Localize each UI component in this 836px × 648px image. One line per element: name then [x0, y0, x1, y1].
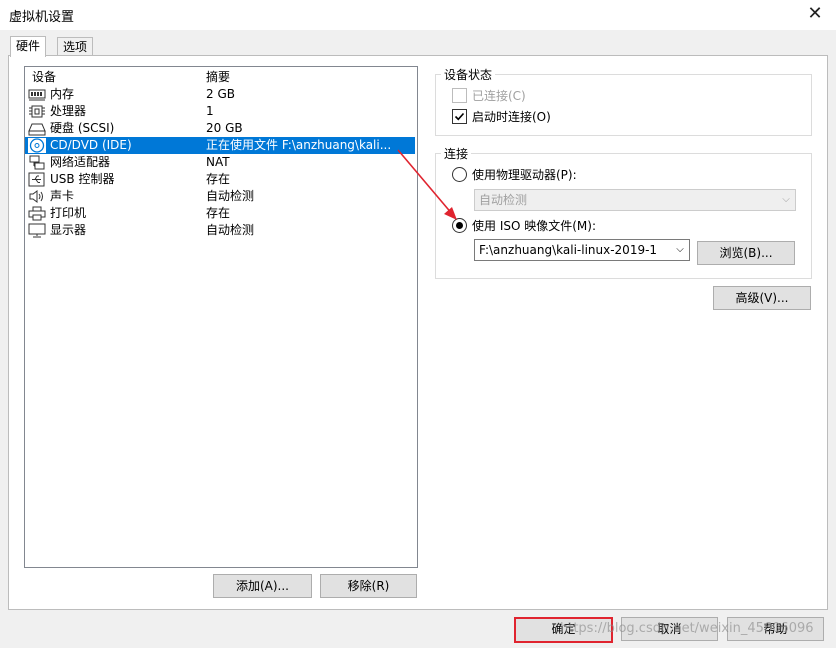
usb-icon [28, 172, 46, 187]
device-summary: 存在 [206, 206, 231, 220]
checkmark-icon [454, 112, 465, 121]
physical-drive-label: 使用物理驱动器(P): [472, 168, 577, 182]
browse-button[interactable]: 浏览(B)... [697, 241, 795, 265]
printer-icon [28, 206, 46, 221]
device-summary: NAT [206, 155, 230, 169]
device-name: 内存 [50, 87, 75, 101]
device-name: 显示器 [50, 223, 87, 237]
advanced-button[interactable]: 高级(V)... [713, 286, 811, 310]
window-title: 虚拟机设置 [9, 10, 75, 25]
physical-drive-select-value: 自动检测 [479, 193, 528, 207]
device-summary: 1 [206, 104, 214, 118]
watermark: https://blog.csdn.net/weixin_45606096 [560, 621, 814, 636]
device-list[interactable]: 设备 摘要 内存 2 GB 处理器 1 硬盘 (SCSI) 20 GB CD/D… [24, 66, 418, 568]
device-row-network[interactable]: 网络适配器 NAT [25, 154, 415, 171]
device-row-printer[interactable]: 打印机 存在 [25, 205, 415, 222]
connect-at-power-on-checkbox[interactable] [452, 109, 467, 124]
device-status-group [435, 74, 812, 136]
device-name: CD/DVD (IDE) [50, 137, 132, 154]
iso-path-value: F:\anzhuang\kali-linux-2019-1 [479, 243, 658, 257]
speaker-icon [28, 189, 46, 204]
device-summary: 正在使用文件 F:\anzhuang\kali... [206, 138, 392, 152]
device-row-sound[interactable]: 声卡 自动检测 [25, 188, 415, 205]
connected-checkbox[interactable] [452, 88, 467, 103]
chevron-down-icon: ⌵ [782, 194, 790, 205]
monitor-icon [28, 223, 46, 238]
tab-hardware[interactable]: 硬件 [10, 36, 47, 57]
connected-label: 已连接(C) [472, 89, 526, 103]
device-row-harddisk[interactable]: 硬盘 (SCSI) 20 GB [25, 120, 415, 137]
device-row-processor[interactable]: 处理器 1 [25, 103, 415, 120]
header-device[interactable]: 设备 [32, 69, 56, 86]
device-summary: 存在 [206, 172, 231, 186]
add-button[interactable]: 添加(A)... [213, 574, 312, 598]
physical-drive-radio[interactable] [452, 167, 467, 182]
device-summary: 自动检测 [206, 189, 255, 203]
device-row-usb[interactable]: USB 控制器 存在 [25, 171, 415, 188]
device-summary: 2 GB [206, 87, 235, 101]
device-name: 硬盘 (SCSI) [50, 121, 115, 135]
device-summary: 自动检测 [206, 223, 255, 237]
iso-path-combo[interactable]: F:\anzhuang\kali-linux-2019-1 ⌵ [474, 239, 690, 261]
radio-dot [456, 222, 463, 229]
device-row-cd-dvd[interactable]: CD/DVD (IDE) 正在使用文件 F:\anzhuang\kali... [25, 137, 415, 154]
device-name: 声卡 [50, 189, 75, 203]
network-icon [28, 155, 46, 170]
iso-image-radio[interactable] [452, 218, 467, 233]
connect-at-power-on-label: 启动时连接(O) [472, 110, 551, 124]
device-name: 处理器 [50, 104, 87, 118]
device-row-memory[interactable]: 内存 2 GB [25, 86, 415, 103]
close-icon[interactable]: ✕ [802, 2, 828, 26]
header-summary[interactable]: 摘要 [206, 69, 412, 86]
remove-button[interactable]: 移除(R) [320, 574, 417, 598]
connection-label: 连接 [441, 145, 472, 162]
tab-options[interactable]: 选项 [57, 37, 94, 56]
title-bar: 虚拟机设置 ✕ [0, 0, 836, 30]
physical-drive-select[interactable]: 自动检测 ⌵ [474, 189, 796, 211]
iso-image-label: 使用 ISO 映像文件(M): [472, 219, 596, 233]
harddisk-icon [28, 121, 46, 136]
device-name: USB 控制器 [50, 172, 115, 186]
cpu-icon [28, 104, 46, 119]
device-summary: 20 GB [206, 121, 243, 135]
device-name: 打印机 [50, 206, 87, 220]
memory-icon [28, 87, 46, 102]
device-status-label: 设备状态 [441, 66, 496, 83]
device-row-display[interactable]: 显示器 自动检测 [25, 222, 415, 239]
chevron-down-icon: ⌵ [676, 244, 684, 255]
cd-dvd-icon [28, 138, 46, 153]
device-name: 网络适配器 [50, 155, 111, 169]
device-list-header: 设备 摘要 [25, 69, 415, 86]
